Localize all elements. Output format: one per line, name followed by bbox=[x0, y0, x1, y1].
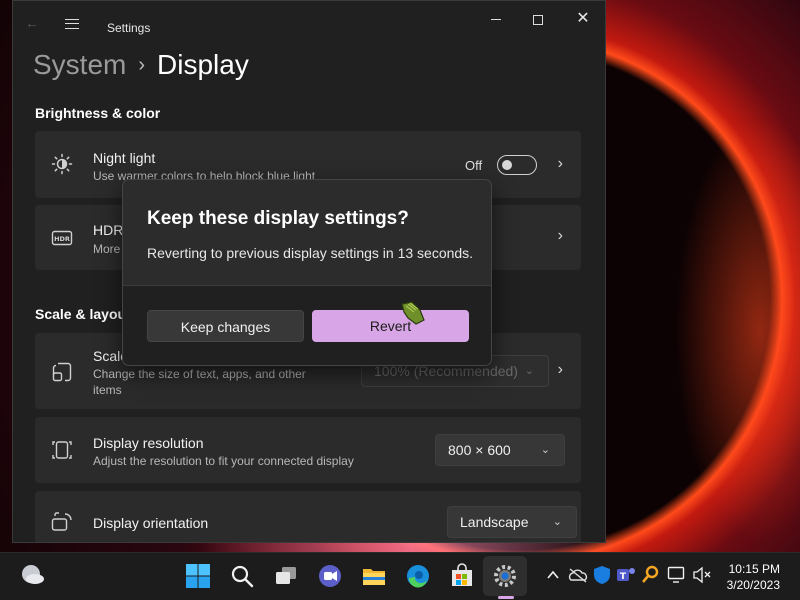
clock-time[interactable]: 10:15 PM bbox=[720, 562, 780, 576]
orientation-title: Display orientation bbox=[93, 515, 209, 531]
resolution-dropdown-value: 800 × 600 bbox=[448, 442, 511, 458]
title-bar: ← Settings ✕ bbox=[13, 1, 605, 41]
network-icon[interactable] bbox=[667, 566, 687, 584]
resolution-icon bbox=[52, 441, 72, 459]
store-icon[interactable] bbox=[449, 563, 475, 589]
breadcrumb-system[interactable]: System bbox=[33, 49, 126, 80]
chevron-right-icon: › bbox=[557, 361, 563, 378]
back-button[interactable]: ← bbox=[25, 15, 39, 31]
chevron-down-icon: ⌄ bbox=[540, 444, 550, 456]
section-scale-layout: Scale & layout bbox=[35, 306, 131, 322]
scale-subtitle-line1: Change the size of text, apps, and other bbox=[93, 367, 306, 381]
menu-icon[interactable] bbox=[65, 19, 79, 29]
file-explorer-icon[interactable] bbox=[361, 563, 387, 589]
svg-text:T: T bbox=[620, 572, 627, 582]
orientation-dropdown[interactable]: Landscape ⌄ bbox=[447, 506, 577, 538]
search-icon[interactable] bbox=[229, 563, 255, 589]
resolution-card[interactable]: Display resolution Adjust the resolution… bbox=[35, 417, 581, 483]
dialog-footer: Keep changes Revert bbox=[123, 285, 491, 365]
chevron-down-icon: ⌄ bbox=[552, 516, 562, 528]
window-title: Settings bbox=[107, 21, 151, 35]
breadcrumb-separator: › bbox=[138, 54, 146, 76]
chevron-down-icon: ⌄ bbox=[524, 365, 534, 377]
clock-date[interactable]: 3/20/2023 bbox=[716, 578, 780, 592]
settings-icon[interactable] bbox=[492, 563, 518, 589]
resolution-title: Display resolution bbox=[93, 435, 204, 451]
defender-icon[interactable] bbox=[593, 565, 611, 585]
onedrive-icon[interactable] bbox=[568, 567, 588, 583]
brightness-icon bbox=[51, 153, 73, 175]
resolution-dropdown[interactable]: 800 × 600 ⌄ bbox=[435, 434, 565, 466]
keep-settings-dialog: Keep these display settings? Reverting t… bbox=[122, 179, 492, 366]
night-light-title: Night light bbox=[93, 150, 156, 166]
hand-cursor-icon bbox=[401, 301, 425, 325]
toggle-knob bbox=[502, 160, 512, 170]
task-view-icon[interactable] bbox=[273, 563, 299, 589]
resolution-subtitle: Adjust the resolution to fit your connec… bbox=[93, 454, 354, 468]
orientation-dropdown-value: Landscape bbox=[460, 514, 529, 530]
teams-icon[interactable]: T bbox=[616, 565, 636, 585]
hdr-icon: HDR bbox=[51, 230, 73, 246]
breadcrumb-display: Display bbox=[157, 49, 249, 80]
hdr-subtitle: More bbox=[93, 242, 121, 256]
night-light-toggle[interactable] bbox=[497, 155, 537, 175]
scale-icon bbox=[52, 362, 72, 382]
scale-subtitle-line2: items bbox=[93, 383, 122, 397]
edge-icon[interactable] bbox=[405, 563, 431, 589]
section-brightness-color: Brightness & color bbox=[35, 105, 161, 121]
chevron-right-icon: › bbox=[557, 155, 563, 172]
key-icon[interactable] bbox=[641, 565, 659, 585]
chevron-right-icon: › bbox=[557, 227, 563, 244]
chevron-up-icon[interactable] bbox=[545, 567, 561, 583]
dialog-title: Keep these display settings? bbox=[147, 208, 409, 229]
keep-changes-button[interactable]: Keep changes bbox=[147, 310, 304, 342]
weather-icon[interactable] bbox=[18, 561, 46, 589]
taskbar: T 10:15 PM 3/20/2023 bbox=[0, 552, 800, 600]
minimize-button[interactable] bbox=[481, 9, 511, 29]
close-button[interactable]: ✕ bbox=[568, 9, 598, 29]
orientation-card[interactable]: Display orientation Landscape ⌄ bbox=[35, 491, 581, 542]
active-app-indicator bbox=[498, 596, 514, 599]
volume-mute-icon[interactable] bbox=[692, 566, 712, 584]
hdr-title: HDR bbox=[93, 222, 124, 238]
svg-text:HDR: HDR bbox=[54, 235, 70, 243]
night-light-toggle-label: Off bbox=[465, 158, 483, 173]
maximize-button[interactable] bbox=[523, 9, 553, 29]
teams-chat-icon[interactable] bbox=[317, 563, 343, 589]
orientation-icon bbox=[51, 512, 72, 531]
dialog-message: Reverting to previous display settings i… bbox=[147, 245, 474, 261]
breadcrumb: System › Display bbox=[33, 49, 249, 81]
windows-start-icon[interactable] bbox=[185, 563, 211, 589]
revert-button[interactable]: Revert bbox=[312, 310, 469, 342]
